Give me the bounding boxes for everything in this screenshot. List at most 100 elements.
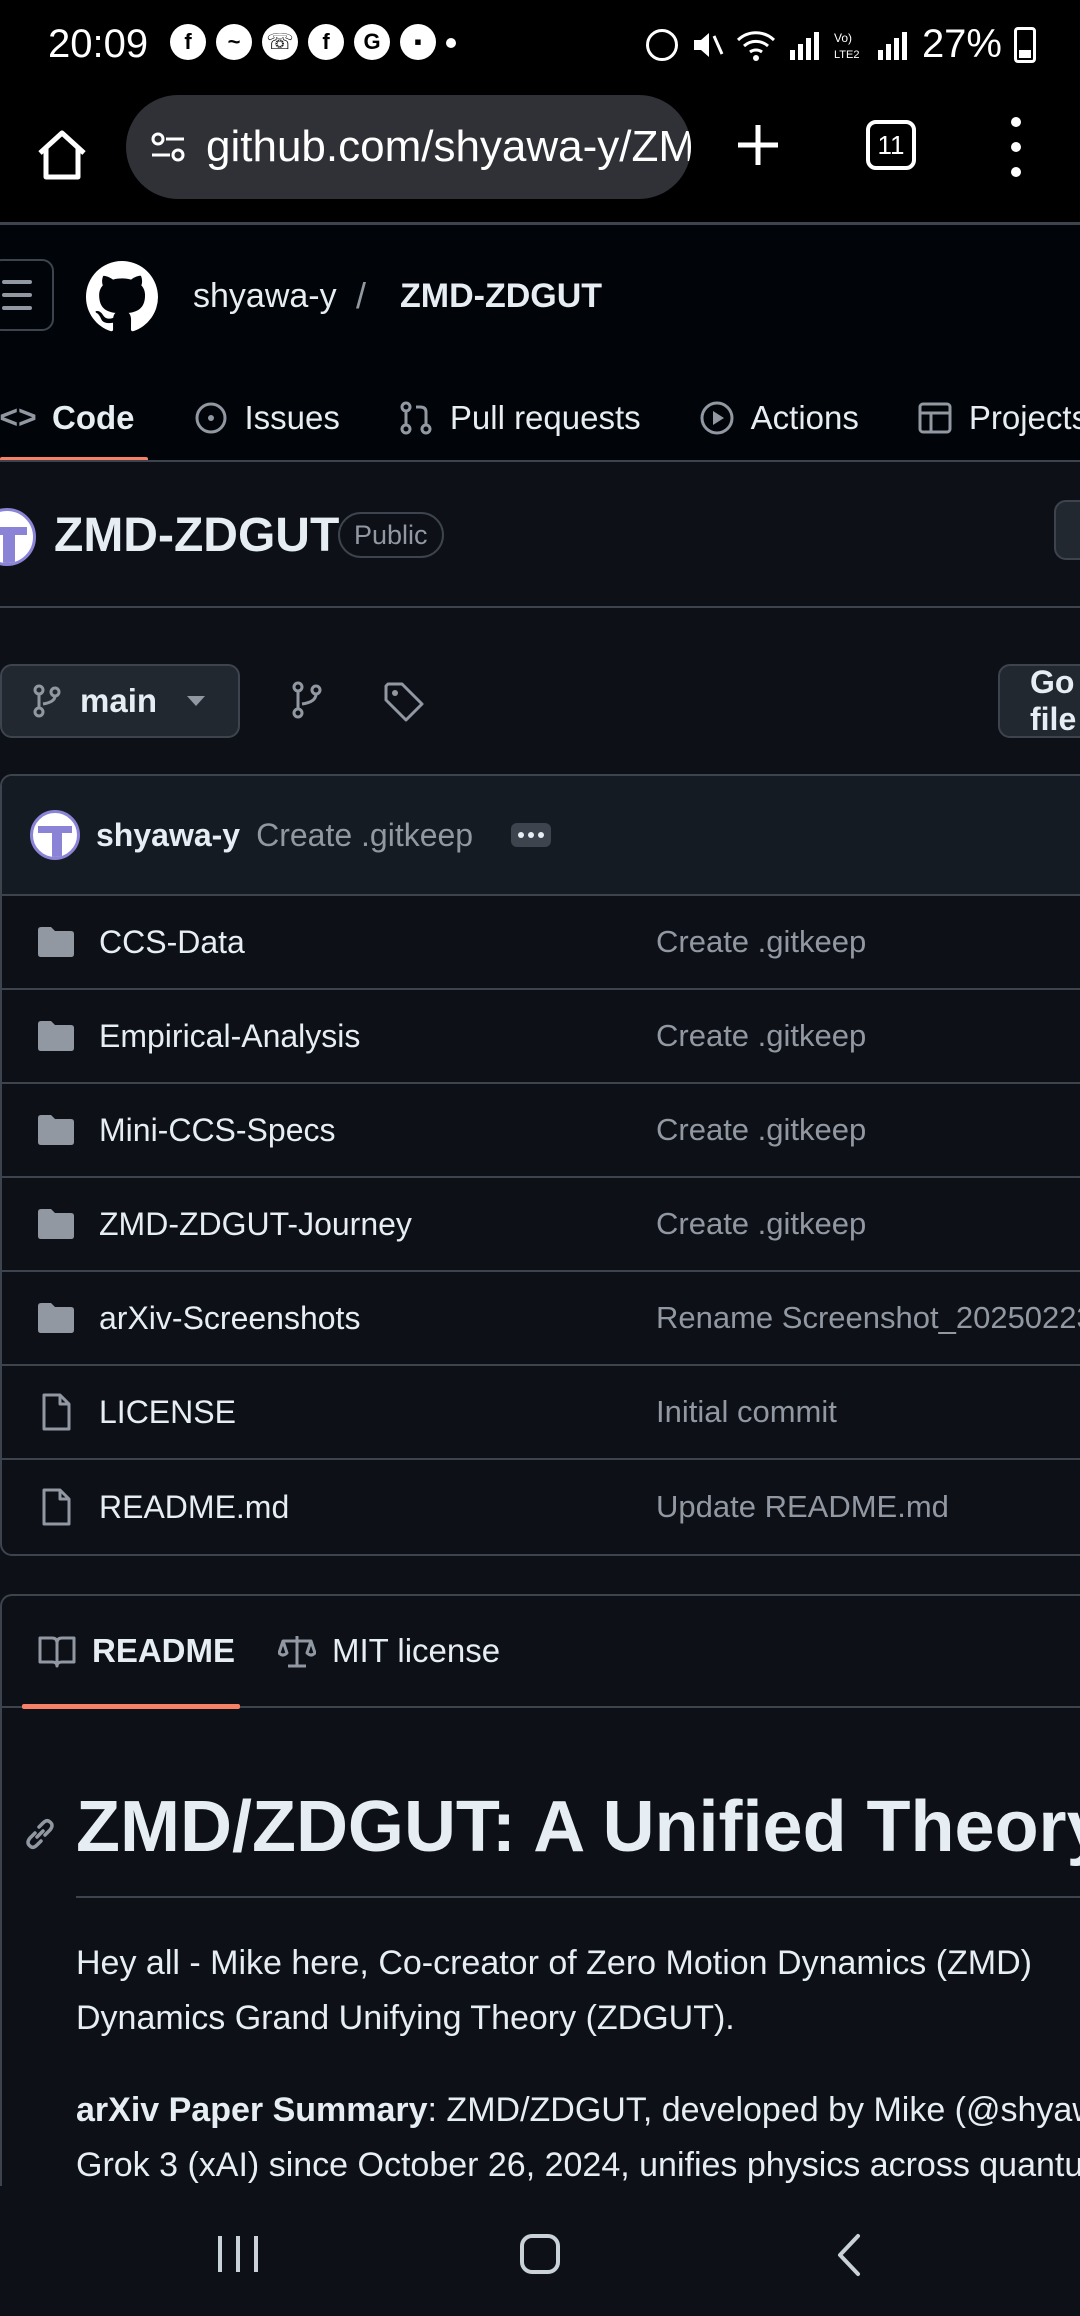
file-commit-message[interactable]: Create .gitkeep: [656, 1112, 866, 1148]
pull-request-icon: [400, 401, 432, 434]
google-icon: G: [354, 24, 390, 60]
battery-percent: 27%: [921, 22, 1002, 66]
folder-icon: [38, 1115, 74, 1145]
tab-label: Actions: [750, 398, 859, 436]
readme-heading: ZMD/ZDGUT: A Unified Theory: [76, 1787, 1080, 1867]
browser-toolbar: github.com/shyawa-y/ZMD-ZDGUT 11: [0, 95, 1080, 225]
file-name[interactable]: arXiv-Screenshots: [99, 1300, 360, 1337]
tab-actions[interactable]: Actions: [699, 375, 859, 460]
tab-readme[interactable]: README: [38, 1632, 235, 1670]
issue-icon: [195, 402, 226, 433]
recents-icon[interactable]: [218, 2236, 258, 2272]
commit-author[interactable]: shyawa-y: [96, 817, 240, 854]
branches-icon[interactable]: [288, 680, 328, 720]
paragraph-line: Grok 3 (xAI) since October 26, 2024, uni…: [76, 2146, 1080, 2184]
system-icons: Vo) LTE2 27%: [645, 22, 1036, 67]
tab-label: Code: [52, 398, 135, 436]
repo-title: ZMD-ZDGUT: [54, 509, 340, 562]
file-name[interactable]: README.md: [99, 1489, 289, 1526]
alarm-icon: [645, 28, 678, 61]
file-icon: [42, 1393, 71, 1431]
avatar[interactable]: [30, 810, 80, 860]
tab-label: Projects: [968, 398, 1080, 436]
volte-icon: Vo) LTE2: [834, 31, 859, 61]
url-text: github.com/shyawa-y/ZMD-ZDGUT: [206, 122, 691, 171]
file-commit-message[interactable]: Create .gitkeep: [656, 1206, 866, 1242]
folder-icon: [38, 1209, 74, 1239]
wifi-icon: [736, 30, 775, 61]
branch-selector[interactable]: main: [0, 664, 240, 738]
tab-label: MIT license: [332, 1632, 501, 1669]
back-icon[interactable]: [830, 2232, 870, 2278]
notification-icons: f ~ ☏ f G ▪: [170, 24, 456, 60]
title-divider: [0, 606, 1080, 608]
commit-message[interactable]: Create .gitkeep: [256, 817, 473, 854]
code-icon: <>: [0, 399, 37, 435]
repo-action-button[interactable]: [1054, 500, 1080, 560]
file-name[interactable]: CCS-Data: [99, 924, 245, 961]
file-name[interactable]: Empirical-Analysis: [99, 1018, 360, 1055]
go-to-file-button[interactable]: Go to file: [998, 664, 1080, 738]
nav-divider: [0, 460, 1080, 462]
address-bar[interactable]: github.com/shyawa-y/ZMD-ZDGUT: [126, 95, 691, 199]
scale-icon: [278, 1636, 316, 1668]
battery-icon: [1014, 26, 1036, 63]
link-icon[interactable]: [22, 1816, 58, 1852]
home-button-icon[interactable]: [520, 2234, 560, 2274]
file-commit-message[interactable]: Create .gitkeep: [656, 1018, 866, 1054]
chevron-down-icon: [187, 696, 206, 706]
browser-menu-icon[interactable]: [1000, 117, 1032, 177]
table-row[interactable]: arXiv-Screenshots Rename Screenshot_2025…: [2, 1272, 1080, 1366]
tab-switcher-button[interactable]: 11: [866, 120, 916, 170]
ellipsis-icon[interactable]: [511, 823, 552, 847]
file-commit-message[interactable]: Rename Screenshot_20250223: [656, 1300, 1080, 1336]
tab-count: 11: [877, 129, 905, 160]
new-tab-icon[interactable]: [730, 117, 786, 173]
avatar[interactable]: [0, 508, 36, 566]
readme-summary-paragraph: arXiv Paper Summary: ZMD/ZDGUT, develope…: [76, 2083, 1080, 2193]
breadcrumb-repo[interactable]: ZMD-ZDGUT: [400, 277, 602, 316]
file-name[interactable]: LICENSE: [99, 1394, 236, 1431]
tab-issues[interactable]: Issues: [193, 375, 340, 460]
file-commit-message[interactable]: Create .gitkeep: [656, 924, 866, 960]
svg-text:LTE2: LTE2: [834, 49, 859, 61]
tab-license[interactable]: MIT license: [278, 1632, 500, 1670]
breadcrumb-separator: /: [356, 275, 367, 316]
file-list: shyawa-y Create .gitkeep CCS-Data Create…: [0, 774, 1080, 1556]
paragraph-line: Hey all - Mike here, Co-creator of Zero …: [76, 1944, 1033, 1982]
file-icon: [42, 1488, 71, 1526]
table-row[interactable]: LICENSE Initial commit: [2, 1366, 1080, 1460]
facebook-icon: f: [308, 24, 344, 60]
table-row[interactable]: CCS-Data Create .gitkeep: [2, 896, 1080, 990]
tag-icon[interactable]: [382, 680, 426, 724]
home-icon[interactable]: [30, 123, 94, 187]
github-logo-icon[interactable]: [86, 261, 158, 333]
file-commit-message[interactable]: Update README.md: [656, 1489, 949, 1525]
tab-pull-requests[interactable]: Pull requests: [398, 375, 641, 460]
tab-code[interactable]: <> Code: [0, 375, 135, 460]
viber-icon: ☏: [262, 24, 298, 60]
table-row[interactable]: Mini-CCS-Specs Create .gitkeep: [2, 1084, 1080, 1178]
tab-label: Issues: [244, 398, 340, 436]
branch-name: main: [80, 682, 158, 719]
table-row[interactable]: ZMD-ZDGUT-Journey Create .gitkeep: [2, 1178, 1080, 1272]
tab-projects[interactable]: Projects: [917, 375, 1080, 460]
file-name[interactable]: ZMD-ZDGUT-Journey: [99, 1206, 412, 1243]
signal-icon: [877, 31, 907, 60]
mute-icon: [693, 32, 724, 57]
status-time: 20:09: [48, 22, 149, 66]
breadcrumb-owner[interactable]: shyawa-y: [193, 277, 337, 316]
book-icon: [38, 1636, 76, 1668]
file-commit-message[interactable]: Initial commit: [656, 1394, 837, 1430]
github-header: shyawa-y / ZMD-ZDGUT <> Code Issues Pull…: [0, 225, 1080, 460]
file-name[interactable]: Mini-CCS-Specs: [99, 1112, 335, 1149]
latest-commit[interactable]: shyawa-y Create .gitkeep: [2, 776, 1080, 896]
table-icon: [918, 402, 952, 433]
more-notifications-dot: [446, 38, 456, 48]
table-row[interactable]: README.md Update README.md: [2, 1460, 1080, 1554]
table-row[interactable]: Empirical-Analysis Create .gitkeep: [2, 990, 1080, 1084]
site-settings-icon[interactable]: [148, 127, 188, 167]
hamburger-menu-icon[interactable]: [0, 259, 54, 331]
readme-panel: README MIT license ZMD/ZDGUT: A Unified …: [0, 1594, 1080, 2234]
visibility-badge: Public: [338, 512, 444, 558]
